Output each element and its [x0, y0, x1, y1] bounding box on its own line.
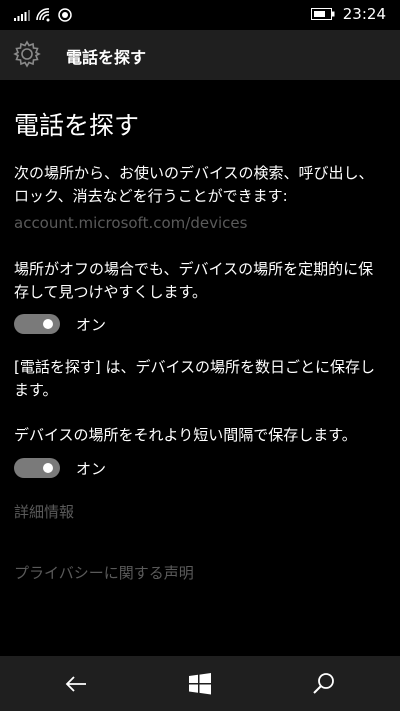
- privacy-link[interactable]: プライバシーに関する声明: [14, 562, 386, 585]
- windows-start-icon[interactable]: [185, 669, 215, 699]
- back-arrow-icon[interactable]: [61, 669, 91, 699]
- toggle-knob: [43, 463, 53, 473]
- search-icon[interactable]: [309, 669, 339, 699]
- sync-icon: [58, 8, 72, 22]
- short-interval-toggle-label: オン: [76, 459, 107, 478]
- toggle-knob: [43, 319, 53, 329]
- periodic-save-text: 場所がオフの場合でも、デバイスの場所を定期的に保存して見つけやすくします。: [14, 260, 374, 301]
- page-title: 電話を探す: [14, 111, 140, 140]
- short-interval-row: オン: [14, 456, 106, 480]
- gear-icon[interactable]: [12, 39, 42, 69]
- periodic-save-toggle[interactable]: [14, 314, 60, 334]
- signal-icon: [14, 10, 30, 21]
- clock: 23:24: [342, 5, 386, 23]
- description-text: 次の場所から、お使いのデバイスの検索、呼び出し、ロック、消去などを行うことができ…: [14, 164, 374, 205]
- details-link[interactable]: 詳細情報: [14, 501, 386, 524]
- navigation-bar: [0, 656, 400, 711]
- devices-url-link[interactable]: account.microsoft.com/devices: [14, 212, 386, 235]
- wifi-icon: [36, 8, 50, 22]
- short-interval-text: デバイスの場所をそれより短い間隔で保存します。: [14, 426, 357, 444]
- battery-icon: [310, 8, 335, 20]
- periodic-save-toggle-label: オン: [76, 315, 107, 334]
- status-bar: 23:24: [0, 0, 400, 30]
- header-title: 電話を探す: [66, 48, 147, 67]
- periodic-save-row: オン: [14, 312, 106, 336]
- info-text: [電話を探す] は、デバイスの場所を数日ごとに保存します。: [14, 358, 376, 399]
- short-interval-toggle[interactable]: [14, 458, 60, 478]
- app-header: 電話を探す: [0, 30, 400, 80]
